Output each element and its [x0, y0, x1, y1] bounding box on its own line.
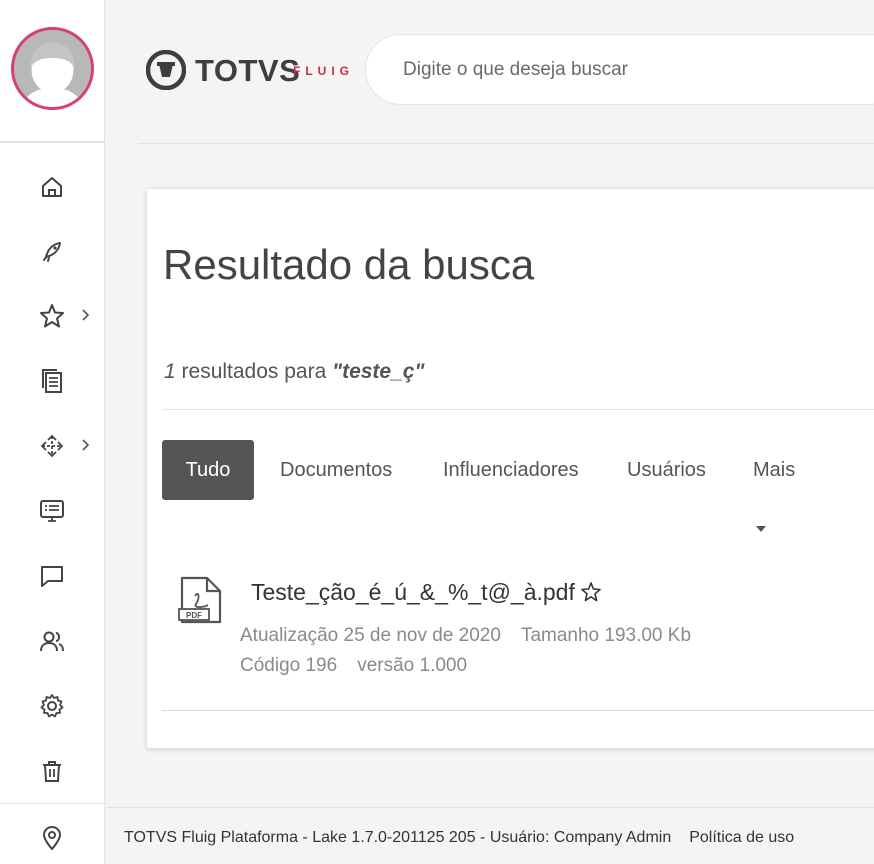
sidebar-item-home[interactable] — [0, 161, 105, 211]
brand-name: TOTVS — [195, 53, 301, 88]
gear-icon — [40, 694, 64, 718]
search-query: "teste_ç" — [332, 360, 425, 383]
result-count-text: resultados para — [175, 360, 333, 383]
brand-sub: FLUIG — [293, 64, 354, 78]
home-icon — [42, 177, 62, 197]
result-summary: 1 resultados para "teste_ç" — [164, 360, 424, 384]
monitor-list-icon — [40, 500, 64, 522]
tab-mais[interactable]: Mais — [753, 440, 796, 533]
search-results-card: Resultado da busca 1 resultados para "te… — [147, 189, 874, 748]
totvs-logo-icon — [146, 50, 186, 90]
chat-icon — [41, 566, 63, 587]
document-meta-row: Atualização 25 de nov de 2020 Tamanho 193… — [240, 625, 711, 647]
chevron-right-icon — [82, 439, 90, 451]
search-bar[interactable] — [365, 34, 874, 105]
sidebar-item-documents[interactable] — [0, 355, 105, 405]
sidebar-item-processes[interactable] — [0, 420, 105, 470]
sidebar-item-launch[interactable] — [0, 225, 105, 275]
sidebar-divider — [0, 141, 105, 143]
users-icon — [40, 631, 64, 652]
sidebar-item-location[interactable] — [0, 812, 105, 862]
page-title: Resultado da busca — [163, 241, 535, 288]
divider — [162, 710, 874, 711]
sidebar-item-trash[interactable] — [0, 745, 105, 795]
avatar-placeholder-icon — [14, 30, 91, 107]
document-title-link[interactable]: Teste_ção_é_ú_&_%_t@_à.pdf — [251, 579, 575, 606]
tab-usuarios[interactable]: Usuários — [627, 440, 706, 500]
tab-tudo[interactable]: Tudo — [162, 440, 254, 500]
search-input[interactable] — [403, 55, 873, 85]
tab-mais-label: Mais — [753, 459, 796, 481]
list-item: PDF Teste_ção_é_ú_&_%_t@_à.pdf Atualizaç… — [177, 576, 874, 686]
pdf-icon: PDF — [178, 576, 222, 624]
tab-influenciadores[interactable]: Influenciadores — [443, 440, 579, 500]
document-size: Tamanho 193.00 Kb — [520, 625, 692, 646]
brand-logo[interactable]: TOTVS FLUIG — [146, 50, 361, 90]
svg-text:PDF: PDF — [186, 611, 202, 620]
sidebar — [0, 0, 105, 864]
trash-icon — [43, 761, 61, 782]
rocket-icon — [43, 242, 61, 262]
document-meta-row: Código 196 versão 1.000 — [240, 655, 487, 677]
footer-version-text: TOTVS Fluig Plataforma - Lake 1.7.0-2011… — [124, 829, 672, 846]
sidebar-item-users[interactable] — [0, 615, 105, 665]
chevron-right-icon — [82, 309, 90, 321]
sidebar-item-settings[interactable] — [0, 680, 105, 730]
divider — [162, 409, 874, 410]
user-avatar[interactable] — [11, 27, 94, 110]
sidebar-item-tasks[interactable] — [0, 485, 105, 535]
tab-documentos[interactable]: Documentos — [280, 440, 392, 500]
favorite-star-icon[interactable] — [580, 581, 602, 603]
process-arrows-icon — [40, 434, 64, 458]
sidebar-item-favorites[interactable] — [0, 290, 105, 340]
sidebar-divider — [0, 803, 105, 804]
policy-link[interactable]: Política de uso — [689, 829, 794, 846]
document-version: versão 1.000 — [357, 655, 468, 676]
result-count-number: 1 — [164, 360, 176, 383]
star-icon — [40, 304, 64, 328]
caret-down-icon — [756, 526, 766, 533]
header-divider — [138, 143, 874, 144]
sidebar-item-messages[interactable] — [0, 550, 105, 600]
location-pin-icon — [42, 825, 62, 851]
documents-icon — [42, 369, 62, 393]
footer: TOTVS Fluig Plataforma - Lake 1.7.0-2011… — [124, 829, 794, 847]
document-updated: Atualização 25 de nov de 2020 — [240, 625, 501, 646]
document-code: Código 196 — [240, 655, 338, 676]
footer-divider — [106, 807, 874, 808]
